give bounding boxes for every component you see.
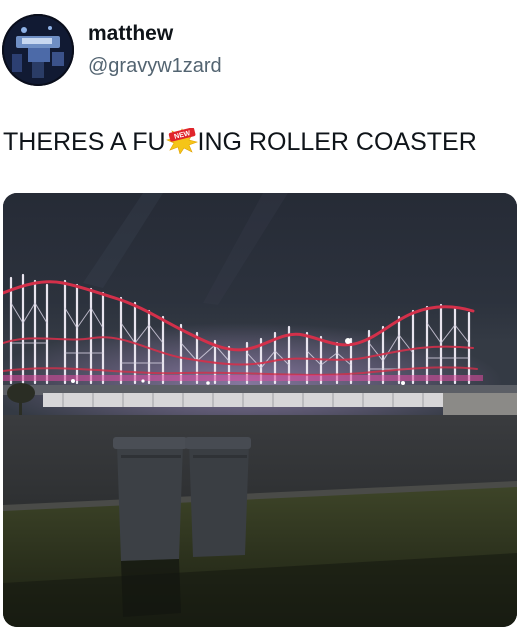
user-handle[interactable]: @gravyw1zard bbox=[88, 55, 222, 78]
roller-coaster-photo bbox=[3, 193, 517, 627]
tweet-text-start: THERES A FU bbox=[3, 128, 166, 156]
tweet-media[interactable] bbox=[3, 193, 517, 627]
tweet-header: matthew @gravyw1zard bbox=[0, 0, 520, 100]
display-name[interactable]: matthew bbox=[88, 22, 173, 46]
censor-sticker-icon: NEW bbox=[165, 127, 198, 155]
avatar-image bbox=[2, 14, 74, 86]
tweet-text: THERES A FU NEW ING ROLLER COASTER bbox=[3, 127, 477, 157]
tweet-text-end: ING ROLLER COASTER bbox=[197, 128, 477, 156]
avatar[interactable] bbox=[2, 14, 74, 86]
